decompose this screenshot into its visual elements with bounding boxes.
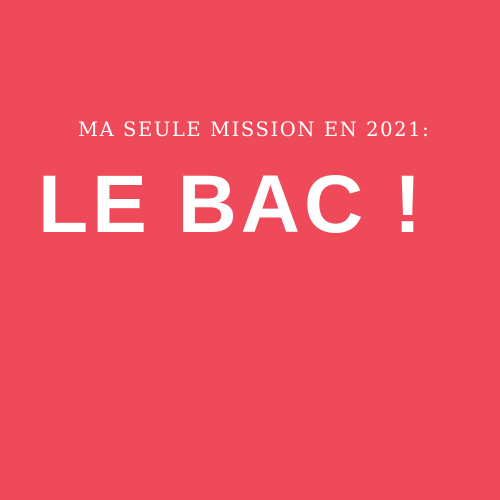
poster-subtitle: MA SEULE MISSION EN 2021: (78, 118, 431, 141)
poster-background: MA SEULE MISSION EN 2021: LE BAC ! (0, 0, 500, 500)
poster-headline: LE BAC ! (38, 159, 426, 250)
